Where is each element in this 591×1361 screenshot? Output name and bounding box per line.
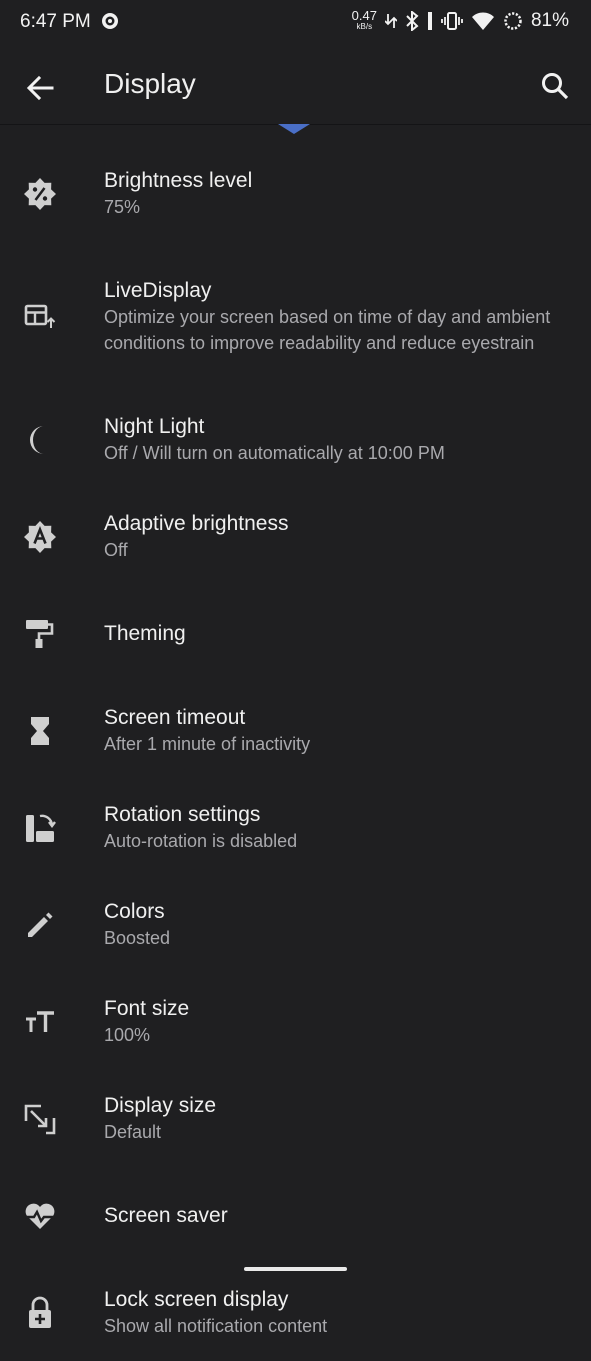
item-title: Theming: [104, 621, 186, 645]
gesture-nav-handle[interactable]: [244, 1267, 347, 1271]
item-summary: Optimize your screen based on time of da…: [104, 306, 551, 353]
theming-item[interactable]: Theming: [0, 585, 591, 682]
item-summary: 100%: [104, 1024, 151, 1045]
livedisplay-icon: [20, 297, 60, 337]
display-size-item[interactable]: Display size Default: [0, 1070, 591, 1167]
screen-timeout-item[interactable]: Screen timeout After 1 minute of inactiv…: [0, 682, 591, 779]
adaptive-brightness-item[interactable]: Adaptive brightness Off: [0, 488, 591, 585]
screen-saver-icon: [20, 1196, 60, 1236]
rotation-icon: [20, 808, 60, 848]
scroll-indicator-icon: [278, 124, 310, 134]
night-light-item[interactable]: Night Light Off / Will turn on automatic…: [0, 391, 591, 488]
font-size-item[interactable]: Font size 100%: [0, 973, 591, 1070]
back-arrow-icon[interactable]: [22, 70, 58, 106]
screen-saver-item[interactable]: Screen saver: [0, 1167, 591, 1264]
item-title: Font size: [104, 996, 190, 1020]
signal-bar-icon: [427, 12, 432, 30]
moon-icon: [20, 420, 60, 460]
battery-percent: 81%: [530, 10, 569, 31]
pencil-icon: [20, 905, 60, 945]
item-title: Colors: [104, 899, 165, 923]
network-speed-value: 0.47: [351, 7, 377, 23]
brightness-level-item[interactable]: Brightness level 75%: [0, 145, 591, 242]
wifi-icon: [471, 12, 494, 30]
item-summary: Show all notification content: [104, 1315, 328, 1336]
bluetooth-icon: [406, 11, 419, 31]
item-summary: Boosted: [104, 927, 171, 948]
item-title: Screen saver: [104, 1203, 228, 1227]
brightness-icon: [20, 174, 60, 214]
status-icons: 0.47 kB/s 81%: [351, 7, 569, 32]
lock-screen-display-item[interactable]: Lock screen display Show all notificatio…: [0, 1264, 591, 1361]
item-title: Night Light: [104, 414, 205, 438]
paint-roller-icon: [20, 614, 60, 654]
item-title: Screen timeout: [104, 705, 246, 729]
lock-icon: [20, 1293, 60, 1333]
battery-saver-icon: [504, 12, 522, 30]
rotation-settings-item[interactable]: Rotation settings Auto-rotation is disab…: [0, 779, 591, 876]
item-summary: Off / Will turn on automatically at 10:0…: [104, 442, 445, 463]
item-title: Brightness level: [104, 168, 253, 192]
adaptive-brightness-icon: [20, 517, 60, 557]
hourglass-icon: [20, 711, 60, 751]
display-size-icon: [20, 1099, 60, 1139]
item-title: Lock screen display: [104, 1287, 289, 1311]
sync-status-icon: [102, 13, 118, 29]
livedisplay-item[interactable]: LiveDisplay Optimize your screen based o…: [0, 242, 591, 391]
item-title: Adaptive brightness: [104, 511, 289, 535]
item-summary: Off: [104, 539, 128, 560]
font-size-icon: [20, 1002, 60, 1042]
status-time: 6:47 PM: [20, 11, 91, 32]
data-transfer-icon: [384, 14, 397, 28]
item-title: LiveDisplay: [104, 278, 212, 302]
item-title: Rotation settings: [104, 802, 261, 826]
colors-item[interactable]: Colors Boosted: [0, 876, 591, 973]
item-title: Display size: [104, 1093, 217, 1117]
app-bar: Display: [0, 44, 591, 125]
item-summary: After 1 minute of inactivity: [104, 733, 311, 754]
status-bar: 6:47 PM 0.47 kB/s 81%: [0, 0, 591, 44]
page-title: Display: [104, 68, 196, 99]
network-speed: 0.47 kB/s: [351, 7, 377, 32]
item-summary: Auto-rotation is disabled: [104, 830, 298, 851]
item-summary: Default: [104, 1121, 162, 1142]
vibrate-icon: [441, 12, 463, 30]
item-summary: 75%: [104, 196, 141, 217]
settings-list: Brightness level 75% LiveDisplay Optimiz…: [0, 145, 591, 1361]
network-speed-unit: kB/s: [356, 21, 373, 31]
search-icon[interactable]: [537, 68, 573, 104]
